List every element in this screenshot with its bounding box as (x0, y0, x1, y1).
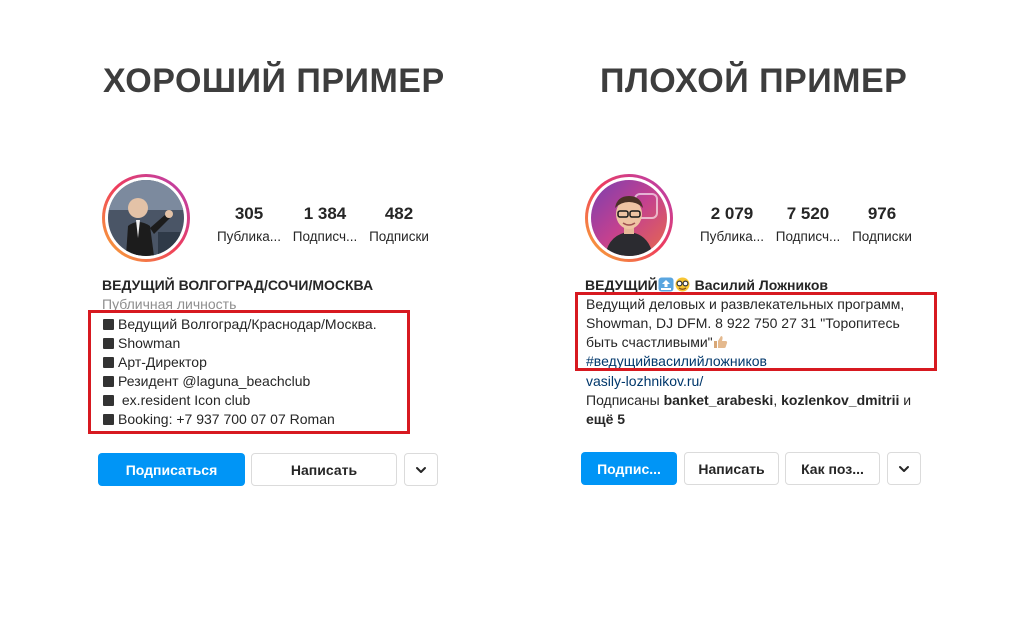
following-stat[interactable]: 482 Подписки (362, 204, 436, 244)
dropdown-button[interactable] (404, 453, 438, 486)
posts-stat[interactable]: 2 079 Публика... (695, 204, 769, 244)
chevron-down-icon (416, 466, 426, 473)
followers-count: 1 384 (303, 204, 347, 223)
posts-stat[interactable]: 305 Публика... (212, 204, 286, 244)
avatar-photo (108, 180, 184, 256)
following-count: 976 (867, 204, 897, 223)
posts-label: Публика... (699, 229, 765, 244)
contact-button[interactable]: Как поз... (785, 452, 880, 485)
avatar-photo (591, 180, 667, 256)
highlight-box (575, 292, 937, 371)
bad-example-heading: ПЛОХОЙ ПРИМЕР (600, 62, 908, 100)
highlight-box (88, 310, 410, 434)
profile-name: ВЕДУЩИЙ ВОЛГОГРАД/СОЧИ/МОСКВА (102, 277, 374, 293)
message-button[interactable]: Написать (684, 452, 779, 485)
message-button[interactable]: Написать (251, 453, 397, 486)
profile-avatar[interactable] (102, 174, 190, 262)
good-example-heading: ХОРОШИЙ ПРИМЕР (103, 62, 445, 100)
dropdown-button[interactable] (887, 452, 921, 485)
followers-stat[interactable]: 1 384 Подписч... (288, 204, 362, 244)
following-label: Подписки (852, 229, 912, 244)
followers-label: Подписч... (775, 229, 841, 244)
following-stat[interactable]: 976 Подписки (845, 204, 919, 244)
followed-by-more[interactable]: ещё 5 (586, 410, 625, 429)
following-count: 482 (384, 204, 414, 223)
followers-label: Подписч... (292, 229, 358, 244)
posts-count: 305 (234, 204, 264, 223)
posts-label: Публика... (216, 229, 282, 244)
following-label: Подписки (369, 229, 429, 244)
follow-button[interactable]: Подписаться (98, 453, 245, 486)
followed-by-text: Подписаны banket_arabeski, kozlenkov_dmi… (586, 392, 912, 408)
followed-by-user[interactable]: banket_arabeski (664, 392, 774, 408)
chevron-down-icon (899, 465, 909, 472)
followers-count: 7 520 (786, 204, 830, 223)
followers-stat[interactable]: 7 520 Подписч... (771, 204, 845, 244)
posts-count: 2 079 (710, 204, 754, 223)
website-link[interactable]: vasily-lozhnikov.ru/ (586, 372, 703, 391)
followed-by-user[interactable]: kozlenkov_dmitrii (781, 392, 899, 408)
follow-button[interactable]: Подпис... (581, 452, 677, 485)
profile-avatar[interactable] (585, 174, 673, 262)
